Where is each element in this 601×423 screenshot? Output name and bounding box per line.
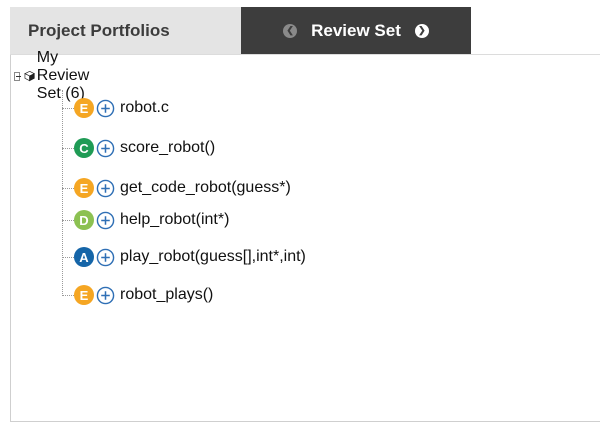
tree-branch-line [62,256,74,258]
grade-badge: E [74,98,94,118]
tab-project-portfolios-label: Project Portfolios [28,20,170,40]
chevron-right-icon[interactable]: ❯ [414,23,429,38]
grade-badge: E [74,285,94,305]
expand-plus-icon[interactable] [96,139,115,158]
grade-badge: A [74,247,94,267]
expand-plus-icon[interactable] [96,179,115,198]
expand-plus-icon[interactable] [96,99,115,118]
tree-item-label: play_robot(guess[],int*,int) [120,248,306,265]
tree-item[interactable]: E robot.c [62,96,169,120]
tree-item-label: help_robot(int*) [120,211,230,228]
tree-root-label: My Review Set (6) [36,49,90,102]
expand-plus-icon[interactable] [96,286,115,305]
tree-branch-line [62,107,74,109]
collapse-icon[interactable] [14,71,21,81]
tree-item[interactable]: C score_robot() [62,136,215,160]
tree-root[interactable]: My Review Set (6) [14,49,103,102]
tab-review-set-label: Review Set [311,20,401,40]
tree-item[interactable]: D help_robot(int*) [62,208,229,232]
tree-branch-line [62,219,74,221]
expand-plus-icon[interactable] [96,248,115,267]
tree-branch-line [62,187,74,189]
expand-plus-icon[interactable] [96,211,115,230]
tree-item-label: robot_plays() [120,286,214,303]
chevron-left-icon[interactable]: ❮ [283,23,298,38]
tab-project-portfolios[interactable]: Project Portfolios [10,7,241,54]
tree-item-label: score_robot() [120,139,216,156]
tree-item[interactable]: A play_robot(guess[],int*,int) [62,245,306,269]
cube-icon [23,70,35,82]
tab-bar: Project Portfolios ❮ Review Set ❯ [10,7,600,55]
tab-review-set[interactable]: ❮ Review Set ❯ [241,7,471,54]
grade-badge: C [74,138,94,158]
tree-item-label: get_code_robot(guess*) [120,179,291,196]
tree-item[interactable]: E robot_plays() [62,283,213,307]
tree-branch-line [62,147,74,149]
tree-item[interactable]: E get_code_robot(guess*) [62,176,291,200]
grade-badge: D [74,210,94,230]
tree-item-label: robot.c [120,99,169,116]
tree-branch-line [62,294,74,296]
grade-badge: E [74,178,94,198]
